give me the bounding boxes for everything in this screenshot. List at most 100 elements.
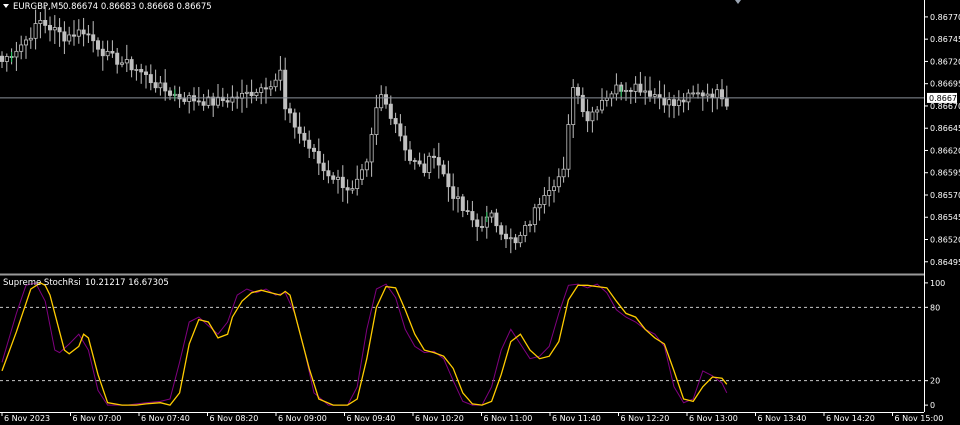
price-tick-label: 0.86545: [930, 213, 960, 222]
candle-body: [600, 99, 605, 111]
candle-body: [67, 34, 72, 42]
candle-body: [455, 196, 460, 199]
candle-body: [724, 98, 729, 107]
price-tick-label: 0.86645: [930, 124, 960, 133]
candle-body: [249, 91, 254, 96]
candle-body: [576, 87, 581, 96]
candle-body: [201, 101, 206, 106]
price-tick-label: 0.86670: [930, 102, 960, 111]
candle-body: [710, 93, 715, 99]
candle-body: [345, 187, 350, 191]
ohlc-values: 0.86674 0.86683 0.86668 0.86675: [63, 2, 212, 12]
candle-body: [268, 86, 273, 90]
chart-background: [0, 0, 960, 425]
time-tick-label: 6 Nov 11:40: [552, 414, 601, 423]
price-tick-label: 0.86495: [930, 258, 960, 267]
indicator-tick-label: 20: [930, 377, 940, 386]
candle-body: [124, 59, 129, 64]
candle-body: [388, 103, 393, 119]
candle-body: [571, 87, 576, 125]
candle-body: [499, 225, 504, 235]
candle-body: [72, 34, 77, 37]
candle-body: [427, 155, 432, 173]
candle-body: [259, 87, 264, 93]
candle-body: [76, 29, 81, 37]
indicator-tick-label: 0: [930, 401, 935, 410]
candle-body: [105, 50, 110, 57]
candle-body: [283, 69, 288, 110]
candle-body: [196, 100, 201, 103]
candle-body: [110, 50, 115, 54]
candle-body: [513, 237, 518, 244]
candle-body: [446, 173, 451, 188]
candle-body: [263, 87, 268, 90]
candle-body: [91, 34, 96, 42]
candle-body: [672, 99, 677, 106]
indicator-header: Supreme StochRsi 10.21217 16.67305: [3, 278, 169, 288]
candle-body: [52, 27, 57, 31]
candle-body: [369, 134, 374, 163]
candle-body: [62, 31, 67, 42]
candle-body: [412, 160, 417, 162]
candle-body: [532, 207, 537, 225]
candle-body: [331, 175, 336, 180]
trading-chart[interactable]: EURGBP,M5 0.86674 0.86683 0.86668 0.8667…: [0, 0, 960, 425]
candle-body: [297, 126, 302, 134]
candle-body: [465, 210, 470, 212]
candle-body: [0, 55, 4, 62]
candle-body: [321, 162, 326, 172]
candle-body: [436, 157, 441, 166]
candle-body: [19, 44, 24, 52]
candle-body: [340, 176, 345, 189]
candle-body: [182, 98, 187, 102]
candle-body: [129, 59, 134, 71]
candle-body: [662, 97, 667, 106]
candle-body: [451, 186, 456, 199]
candle-body: [624, 89, 629, 92]
candle-body: [57, 27, 62, 33]
candle-body: [292, 112, 297, 128]
candle-body: [422, 163, 427, 173]
indicator-name: Supreme StochRsi: [3, 278, 81, 288]
candle-body: [393, 118, 398, 125]
candle-body: [326, 170, 331, 177]
candle-body: [379, 94, 384, 109]
candle-body: [302, 132, 307, 141]
candle-body: [48, 25, 53, 31]
candle-body: [316, 151, 321, 164]
candle-body: [628, 89, 633, 92]
candle-body: [139, 69, 144, 73]
candle-body: [590, 111, 595, 122]
candle-body: [537, 204, 542, 209]
candle-body: [705, 93, 710, 97]
price-tick-label: 0.86770: [930, 13, 960, 22]
candle-body: [350, 188, 355, 191]
candle-body: [287, 108, 292, 114]
candle-body: [585, 111, 590, 122]
candle-body: [187, 95, 192, 102]
candle-body: [359, 169, 364, 180]
time-tick-label: 6 Nov 07:00: [73, 414, 122, 423]
candle-body: [43, 20, 48, 26]
candle-body: [148, 74, 153, 84]
candle-body: [307, 139, 312, 149]
candle-body: [153, 82, 158, 89]
symbol-label: EURGBP,M5: [13, 2, 64, 12]
candle-body: [374, 107, 379, 135]
candle-body: [595, 109, 600, 113]
candle-body: [115, 52, 120, 65]
candle-body: [556, 176, 561, 188]
candle-body: [508, 237, 513, 240]
candle-body: [643, 90, 648, 93]
indicator-tick-label: 80: [930, 303, 940, 312]
current-price-marker: 0.86679: [927, 92, 960, 103]
candle-body: [676, 99, 681, 106]
candle-body: [552, 186, 557, 191]
price-tick-label: 0.86520: [930, 236, 960, 245]
candle-body: [417, 160, 422, 165]
candle-body: [33, 23, 38, 39]
candle-body: [518, 235, 523, 244]
candle-body: [566, 124, 571, 170]
candle-body: [648, 90, 653, 97]
candle-body: [81, 29, 86, 35]
